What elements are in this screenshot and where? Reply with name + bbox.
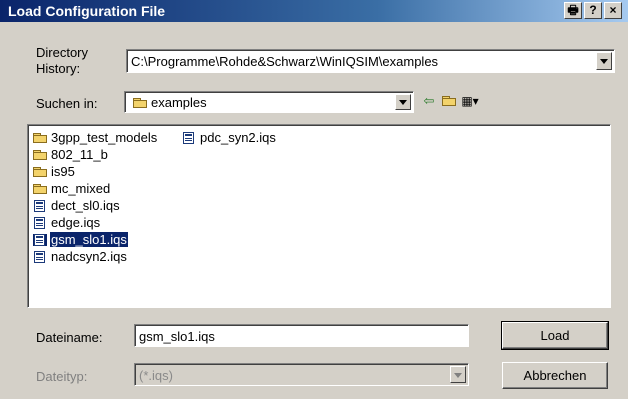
directory-history-value: C:\Programme\Rohde&Schwarz\WinIQSIM\exam… (131, 54, 439, 69)
directory-history-combo[interactable]: C:\Programme\Rohde&Schwarz\WinIQSIM\exam… (126, 49, 615, 73)
folder-icon (33, 132, 47, 144)
document-icon (33, 217, 47, 229)
document-icon (33, 251, 47, 263)
filename-value: gsm_slo1.iqs (139, 329, 215, 344)
print-icon[interactable]: 🖶 (564, 2, 582, 19)
directory-history-label-line1: Directory (36, 45, 89, 60)
chevron-down-icon[interactable] (596, 52, 612, 70)
file-item[interactable]: nadcsyn2.iqs (31, 248, 176, 265)
back-arrow-icon[interactable]: ⇦ (420, 92, 438, 110)
file-item[interactable]: edge.iqs (31, 214, 176, 231)
directory-history-label-line2: History: (36, 61, 81, 76)
look-in-value: examples (151, 95, 207, 110)
folder-item[interactable]: is95 (31, 163, 176, 180)
file-item-label: pdc_syn2.iqs (200, 130, 276, 145)
filetype-value: (*.iqs) (139, 368, 173, 383)
cancel-button[interactable]: Abbrechen (502, 362, 608, 389)
file-item-label: gsm_slo1.iqs (49, 231, 129, 248)
file-list[interactable]: 3gpp_test_models 802_11_b is95 mc_mixeddect… (27, 124, 611, 308)
document-icon (182, 132, 196, 144)
file-item-label: is95 (51, 164, 75, 179)
filetype-label: Dateityp: (36, 369, 88, 384)
help-button[interactable]: ? (584, 2, 602, 19)
folder-icon (133, 98, 147, 108)
file-item-label: mc_mixed (51, 181, 111, 196)
load-button[interactable]: Load (501, 321, 609, 350)
file-item[interactable]: dect_sl0.iqs (31, 197, 176, 214)
chevron-down-icon[interactable] (395, 94, 411, 110)
file-item-label: nadcsyn2.iqs (51, 249, 127, 264)
document-icon (33, 200, 47, 212)
up-folder-icon[interactable] (440, 92, 458, 110)
file-item-label: edge.iqs (51, 215, 101, 230)
folder-item[interactable]: mc_mixed (31, 180, 176, 197)
look-in-label: Suchen in: (36, 96, 98, 111)
document-icon (33, 234, 47, 246)
file-item[interactable]: gsm_slo1.iqs (31, 231, 176, 248)
filename-input[interactable]: gsm_slo1.iqs (134, 324, 469, 347)
folder-icon (33, 149, 47, 161)
close-button[interactable]: × (604, 2, 622, 19)
window-title: Load Configuration File (8, 3, 166, 19)
folder-item[interactable]: 802_11_b (31, 146, 176, 163)
look-in-combo[interactable]: examples (124, 91, 414, 113)
folder-item[interactable]: 3gpp_test_models (31, 129, 176, 146)
view-menu-icon[interactable]: ▦▾ (461, 92, 479, 110)
filetype-combo[interactable]: (*.iqs) (134, 363, 469, 386)
title-bar[interactable]: Load Configuration File 🖶 ? × (0, 0, 628, 22)
file-item-label: 3gpp_test_models (51, 130, 158, 145)
filename-label: Dateiname: (36, 330, 103, 345)
chevron-down-icon[interactable] (450, 366, 466, 383)
file-item-label: 802_11_b (51, 147, 108, 162)
folder-icon (33, 183, 47, 195)
file-item-label: dect_sl0.iqs (51, 198, 120, 213)
load-configuration-dialog: Load Configuration File 🖶 ? × Directory … (0, 0, 628, 399)
file-item[interactable]: pdc_syn2.iqs (180, 129, 325, 146)
folder-icon (33, 166, 47, 178)
